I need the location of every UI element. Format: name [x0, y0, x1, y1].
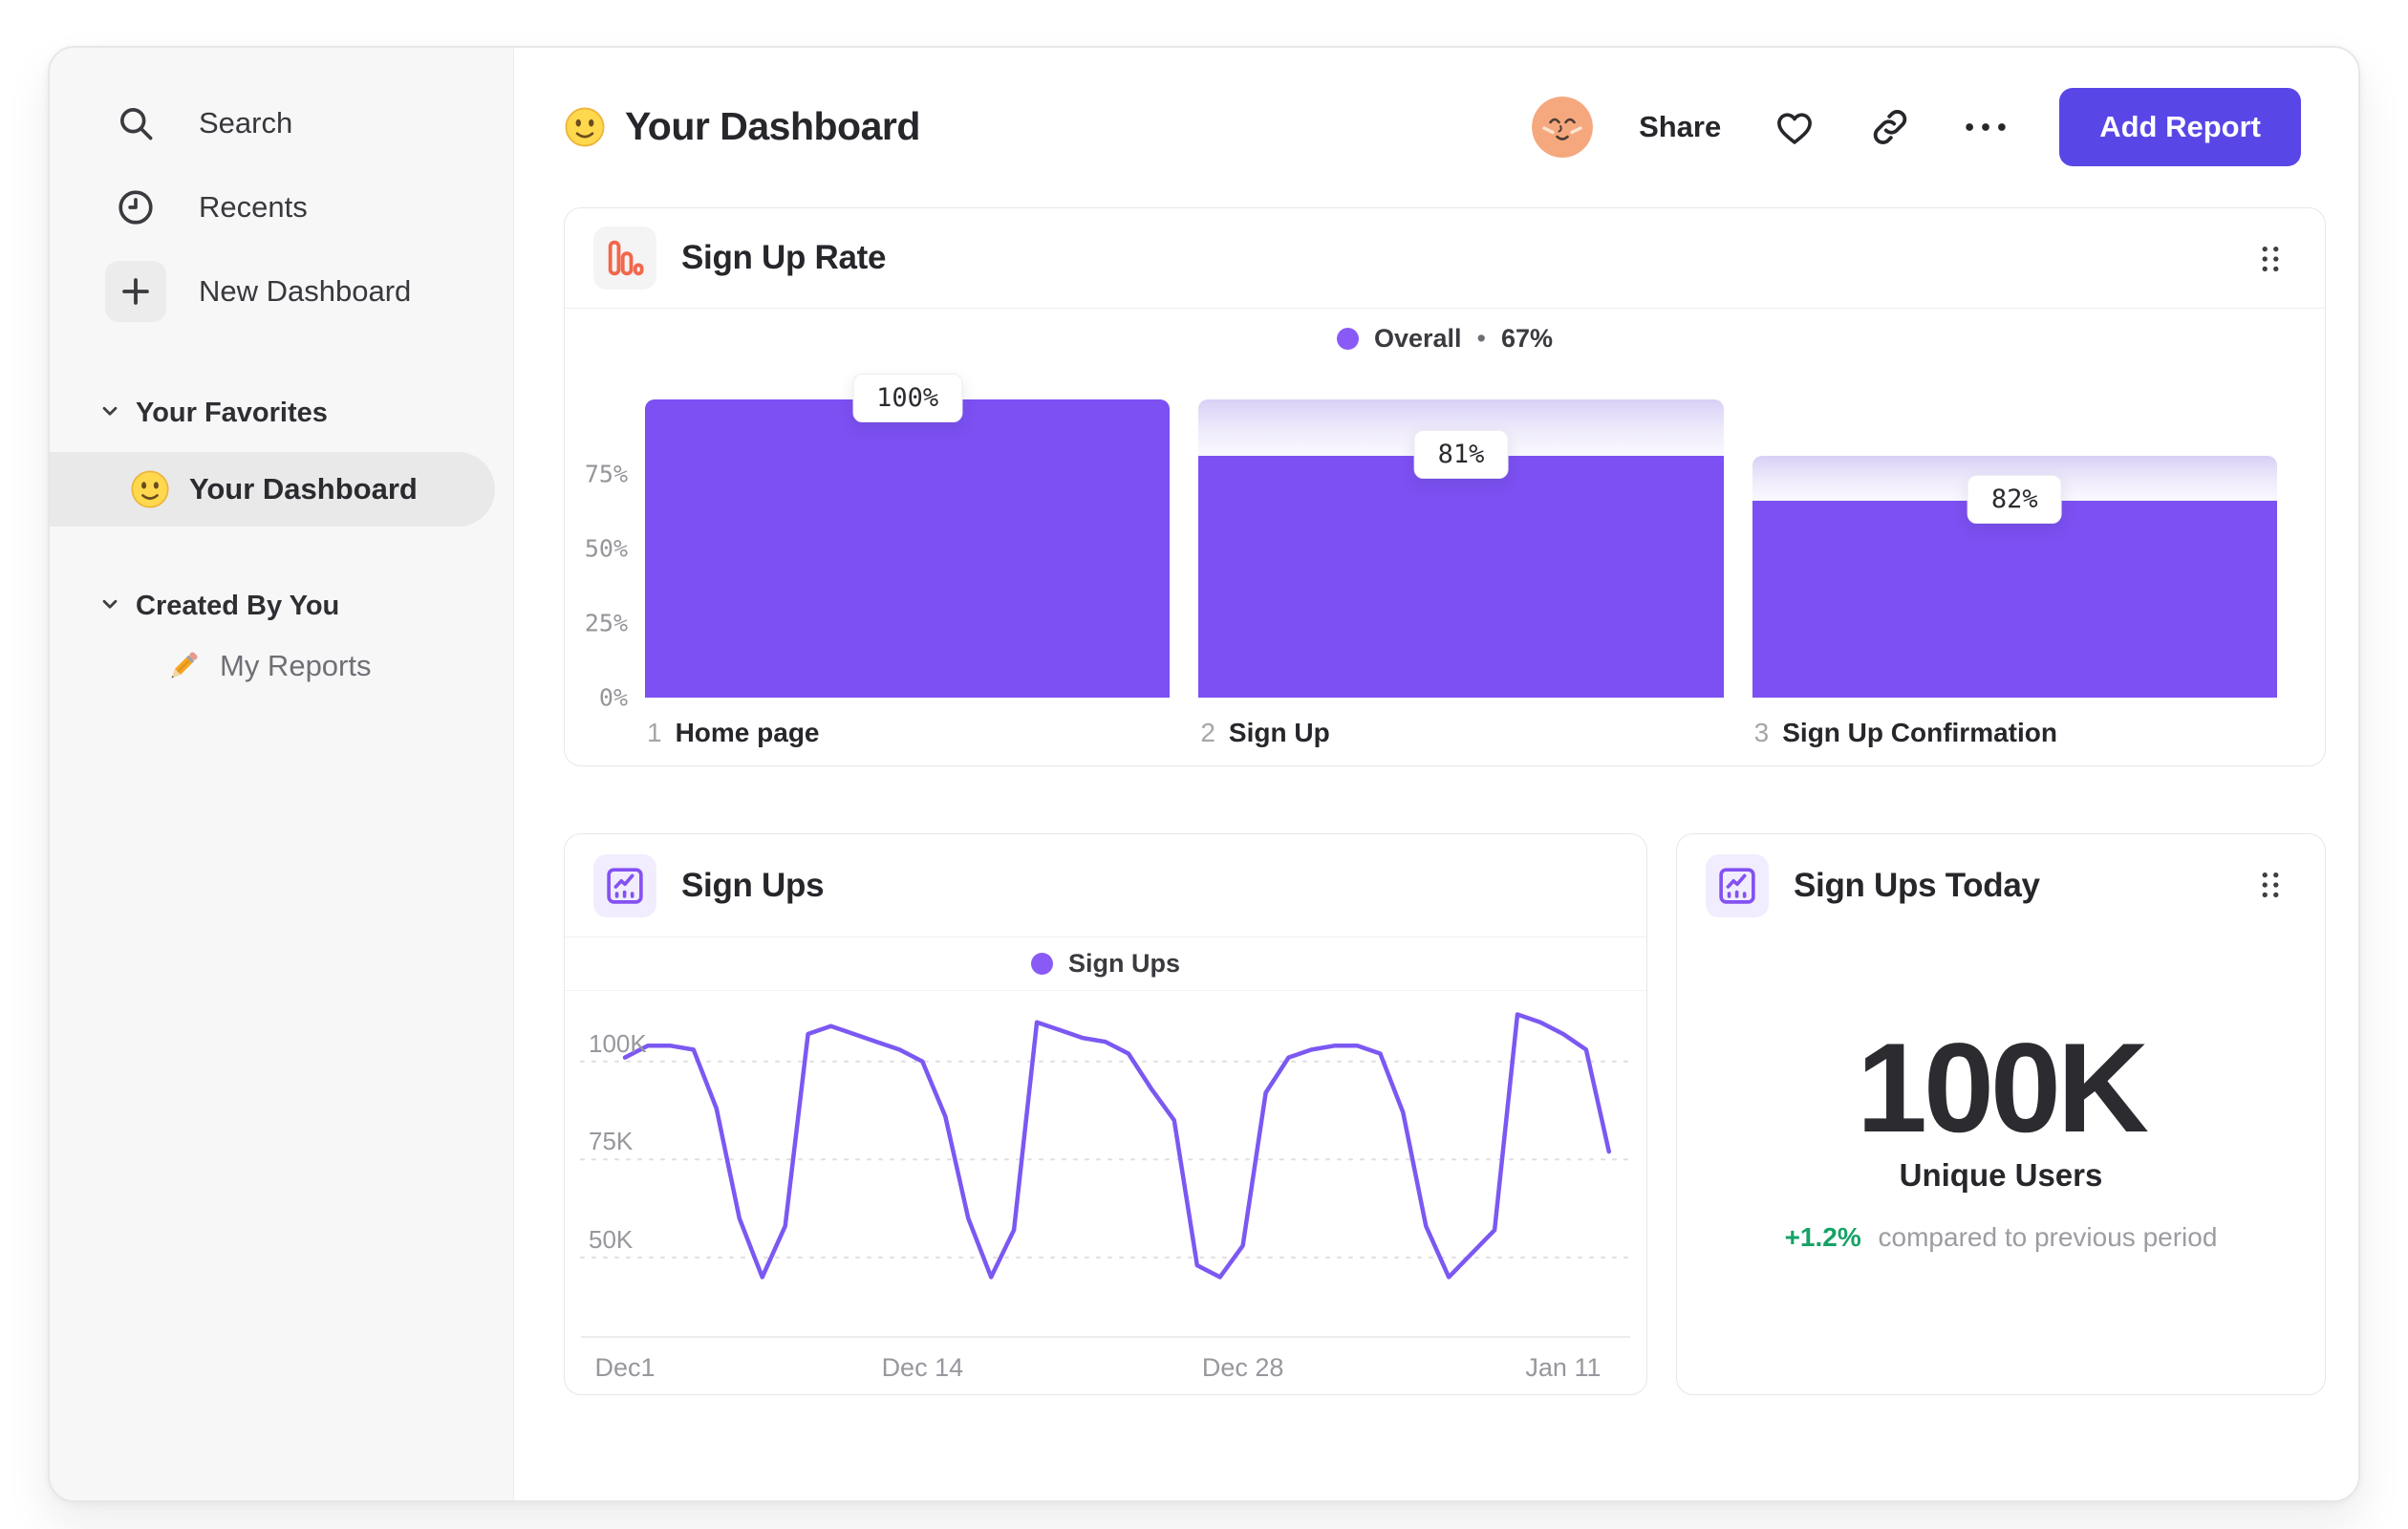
dashboard-header: Your Dashboard Share Add Report	[514, 48, 2358, 205]
search-icon	[105, 93, 166, 154]
step-number: 1	[647, 718, 662, 747]
avatar[interactable]	[1532, 96, 1594, 158]
chevron-down-icon	[97, 398, 122, 428]
y-tick: 0%	[598, 683, 628, 712]
funnel-step-label: 3 Sign Up Confirmation	[1752, 718, 2277, 748]
card-title: Sign Ups	[681, 866, 825, 904]
chevron-down-icon	[97, 592, 122, 621]
funnel-bar-fill	[645, 399, 1171, 698]
clock-icon	[105, 177, 166, 238]
x-tick: Dec 14	[881, 1353, 964, 1382]
card-title: Sign Ups Today	[1794, 867, 2040, 904]
funnel-bar-sign-up[interactable]: 81%	[1198, 399, 1724, 698]
bar-chart-icon	[593, 226, 656, 290]
drag-handle-icon[interactable]	[2254, 869, 2287, 901]
sidebar-section-your-favorites[interactable]: Your Favorites	[50, 389, 513, 437]
sidebar-item-your-dashboard[interactable]: Your Dashboard	[50, 452, 495, 527]
legend-label: Sign Ups	[1067, 949, 1180, 978]
legend-value: 67%	[1500, 323, 1554, 353]
funnel-value-badge: 82%	[1967, 475, 2062, 525]
legend-dot	[1030, 953, 1053, 975]
card-header: Sign Up Rate	[565, 208, 2325, 309]
funnel-step-label: 1 Home page	[645, 718, 1170, 748]
plus-icon	[105, 261, 166, 322]
funnel-y-axis: 0% 25% 50% 75%	[565, 399, 635, 712]
card-header: Sign Ups Today	[1677, 834, 2325, 937]
sidebar-item-new-dashboard[interactable]: New Dashboard	[50, 249, 513, 334]
smiley-emoji-icon	[130, 469, 170, 509]
x-tick: Dec 28	[1201, 1353, 1284, 1382]
sidebar-item-label: New Dashboard	[199, 274, 412, 308]
funnel-bar-home-page[interactable]: 100%	[645, 374, 1171, 698]
sidebar-item-label: Recents	[199, 190, 308, 224]
smiley-emoji-icon	[564, 106, 606, 148]
funnel-bar-fill	[1198, 456, 1724, 698]
legend-label: Overall	[1373, 323, 1462, 353]
funnel-value-badge: 100%	[852, 374, 963, 422]
kpi-metric-label: Unique Users	[1899, 1157, 2103, 1193]
header-actions: Share Add Report	[1532, 87, 2301, 166]
step-name: Home page	[675, 718, 820, 747]
sidebar: Search Recents New Dashboard Your Favori…	[50, 48, 514, 1500]
line-chart-plot	[580, 1012, 1633, 1280]
funnel-legend[interactable]: Overall • 67%	[565, 309, 2325, 368]
card-header: Sign Ups	[565, 834, 1646, 937]
line-chart-icon	[1706, 854, 1769, 917]
sign-ups-today-card: Sign Ups Today 100K Unique Users +1.2% c…	[1676, 833, 2326, 1395]
sign-ups-card: Sign Ups Sign Ups 100K 75K 50K Dec1 Dec 14 D…	[564, 833, 1647, 1395]
pencil-emoji-icon	[162, 645, 204, 687]
sidebar-item-search[interactable]: Search	[50, 81, 513, 165]
funnel-plot: 100% 81% 82%	[645, 374, 2277, 698]
x-tick: Dec1	[594, 1353, 656, 1382]
sidebar-section-created-by-you[interactable]: Created By You	[50, 582, 513, 630]
line-x-axis-line	[581, 1336, 1630, 1338]
step-name: Sign Up Confirmation	[1782, 718, 2057, 747]
legend-dot	[1336, 327, 1359, 350]
copy-link-icon[interactable]	[1868, 105, 1912, 149]
sidebar-item-label: Search	[199, 106, 293, 140]
legend-separator: •	[1476, 323, 1486, 353]
sidebar-item-my-reports[interactable]: My Reports	[50, 637, 513, 695]
add-report-button[interactable]: Add Report	[2059, 87, 2301, 166]
funnel-step-label: 2 Sign Up	[1198, 718, 1723, 748]
sign-up-rate-card: Sign Up Rate Overall • 67% 0% 25% 50% 75…	[564, 207, 2326, 766]
kpi-delta-value: +1.2%	[1784, 1222, 1861, 1252]
favorite-heart-icon[interactable]	[1773, 105, 1817, 149]
step-number: 3	[1753, 718, 1770, 747]
y-tick: 50K	[589, 1224, 634, 1254]
y-tick: 75%	[584, 460, 628, 488]
app-window: Search Recents New Dashboard Your Favori…	[48, 46, 2360, 1502]
kpi-value: 100K	[1857, 1018, 2149, 1159]
funnel-bar-sign-up-confirmation[interactable]: 82%	[1752, 399, 2277, 698]
funnel-bar-fill	[1752, 501, 2277, 698]
sidebar-item-label: Your Dashboard	[189, 472, 418, 506]
section-label: Your Favorites	[136, 397, 328, 428]
line-legend[interactable]: Sign Ups	[565, 937, 1646, 991]
step-number: 2	[1200, 718, 1215, 747]
page-title-text: Your Dashboard	[625, 104, 920, 148]
kpi-delta-row: +1.2% compared to previous period	[1677, 1222, 2325, 1253]
sidebar-item-recents[interactable]: Recents	[50, 165, 513, 249]
drag-handle-icon[interactable]	[2254, 243, 2287, 275]
line-chart-icon	[593, 853, 656, 917]
step-name: Sign Up	[1228, 718, 1330, 747]
section-label: Created By You	[136, 590, 340, 621]
main-area: Your Dashboard Share Add Report Sign Up …	[514, 48, 2358, 1500]
funnel-x-axis: 1 Home page 2 Sign Up 3 Sign Up Confirma…	[645, 718, 2277, 748]
y-tick: 50%	[584, 534, 628, 563]
x-tick: Jan 11	[1525, 1353, 1602, 1382]
sidebar-item-label: My Reports	[220, 649, 372, 682]
card-title: Sign Up Rate	[681, 239, 887, 276]
y-tick: 25%	[584, 609, 628, 637]
more-options-icon[interactable]	[1964, 105, 2008, 149]
kpi-delta-caption: compared to previous period	[1878, 1222, 2218, 1252]
share-button[interactable]: Share	[1639, 110, 1721, 144]
funnel-value-badge: 81%	[1413, 430, 1509, 480]
page-title: Your Dashboard	[564, 104, 920, 149]
y-tick: 75K	[589, 1127, 634, 1156]
y-tick: 100K	[589, 1028, 647, 1058]
